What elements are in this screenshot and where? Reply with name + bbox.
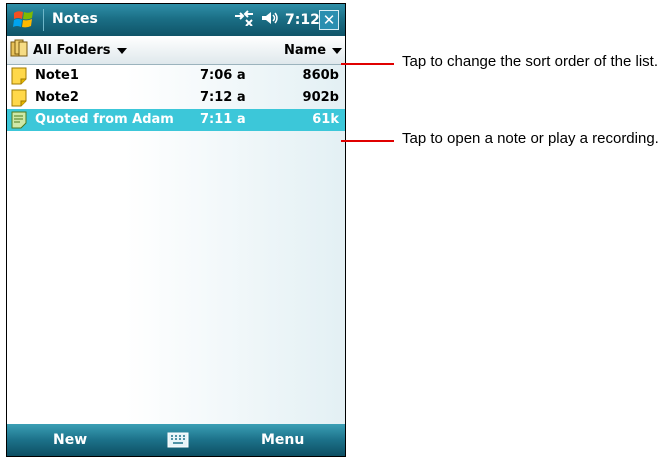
status-area: 7:12 — [233, 10, 320, 30]
app-title: Notes — [52, 11, 98, 27]
note-name: Note1 — [35, 68, 79, 83]
list-toolbar: All Folders Name — [7, 36, 345, 65]
note-name: Quoted from Adam — [35, 112, 174, 127]
note-size: 61k — [312, 112, 339, 127]
speaker-icon[interactable] — [261, 10, 279, 30]
clock[interactable]: 7:12 — [285, 12, 320, 28]
folder-dropdown-label: All Folders — [33, 42, 111, 58]
title-separator — [43, 9, 44, 31]
note-name: Note2 — [35, 90, 79, 105]
chevron-down-icon — [332, 48, 343, 54]
note-size: 860b — [302, 68, 339, 83]
windows-start-icon[interactable] — [11, 8, 39, 32]
list-item[interactable]: Note2 7:12 a 902b — [7, 87, 345, 109]
softkey-bar: New Menu — [7, 424, 345, 456]
notes-list: Note1 7:06 a 860b Note2 7:12 a 902b Quot… — [7, 65, 345, 424]
close-icon[interactable]: ✕ — [319, 10, 339, 30]
list-item[interactable]: Note1 7:06 a 860b — [7, 65, 345, 87]
voice-note-icon — [10, 111, 28, 129]
sort-callout-line — [341, 63, 394, 65]
sort-callout-text: Tap to change the sort order of the list… — [402, 53, 658, 70]
folder-icon — [10, 38, 30, 62]
open-callout-line — [341, 140, 394, 142]
note-time: 7:12 a — [200, 90, 246, 105]
keyboard-icon[interactable] — [167, 432, 189, 448]
connectivity-icon[interactable] — [233, 10, 255, 30]
title-bar: Notes 7:12 ✕ — [7, 4, 345, 36]
open-callout-text: Tap to open a note or play a recording. — [402, 130, 659, 147]
new-softkey[interactable]: New — [53, 432, 87, 448]
note-icon — [10, 67, 28, 85]
note-time: 7:11 a — [200, 112, 246, 127]
note-size: 902b — [302, 90, 339, 105]
note-icon — [10, 89, 28, 107]
folder-dropdown[interactable]: All Folders — [10, 38, 127, 62]
list-item-selected[interactable]: Quoted from Adam 7:11 a 61k — [7, 109, 345, 131]
sort-dropdown-label: Name — [284, 42, 327, 58]
chevron-down-icon — [116, 48, 127, 54]
pocket-pc-screen: Notes 7:12 ✕ All Folders Name Note1 7:06… — [6, 3, 346, 457]
sort-dropdown[interactable]: Name — [284, 40, 343, 60]
note-time: 7:06 a — [200, 68, 246, 83]
menu-softkey[interactable]: Menu — [261, 432, 304, 448]
